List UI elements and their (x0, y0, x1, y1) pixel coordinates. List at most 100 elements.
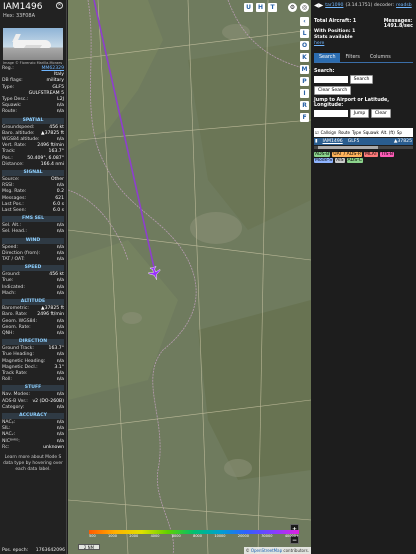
tab-filters[interactable]: Filters (340, 53, 364, 62)
clear-search-button[interactable]: Clear Search (314, 86, 352, 95)
section-header: STUFF (2, 385, 64, 392)
info-row: Category: n/a (2, 405, 64, 411)
source-badge: UAT / ADS-R (332, 152, 363, 157)
column-header[interactable]: Callsign (321, 130, 337, 135)
info-value: n/a (56, 229, 64, 235)
aircraft-list-panel: ◀▶ tar1090 (3.14.1751) decoder: readsb T… (311, 0, 416, 554)
map-button-r[interactable]: R (300, 101, 309, 110)
info-key: QNH: (2, 330, 15, 336)
map-button-o[interactable]: O (300, 41, 309, 50)
callsign: IAM1496 (3, 2, 43, 12)
column-header[interactable]: Sp (397, 130, 402, 135)
altitude-legend-label: 30000 (261, 534, 273, 538)
info-row: Roll: n/a (2, 377, 64, 383)
search-input[interactable] (314, 76, 348, 83)
altitude-legend-label: 2000 (129, 534, 139, 538)
row-alt: ▲37825 (393, 139, 412, 144)
section-header: ACCURACY (2, 412, 64, 419)
info-key: Sel. Head.: (2, 229, 27, 235)
pos-epoch: Pos. epoch: 1763642096 (0, 547, 66, 554)
altitude-legend-label: 20000 (237, 534, 249, 538)
map-canvas (68, 0, 311, 554)
info-key: Type: (2, 84, 15, 90)
section-header: SPEED (2, 265, 64, 272)
map-button-k[interactable]: K (300, 53, 309, 62)
info-row: Mach: n/a (2, 291, 64, 297)
map-button-t[interactable]: T (268, 3, 277, 12)
jump-button[interactable]: Jump (349, 109, 370, 118)
section-header: SPATIAL (2, 117, 64, 124)
section-header: FMS SEL (2, 216, 64, 223)
osm-link[interactable]: OpenStreetMap (251, 548, 282, 553)
altitude-legend-label: 10000 (214, 534, 226, 538)
map-button-u[interactable]: U (244, 3, 253, 12)
info-value: 6.0 s (52, 208, 64, 214)
aircraft-photo[interactable] (3, 28, 63, 60)
altitude-legend-label: 500 (89, 534, 96, 538)
altitude-legend-label: 6000 (171, 534, 181, 538)
close-icon[interactable]: ✕ (56, 2, 63, 9)
version-text: (3.14.1751) decoder: (345, 3, 395, 8)
jump-input[interactable] (314, 110, 348, 117)
info-row: Route: n/a (2, 109, 64, 115)
map-button-i[interactable]: I (300, 89, 309, 98)
column-header[interactable]: Squawk (363, 130, 379, 135)
info-key: Roll: (2, 377, 12, 383)
table-scrollbar[interactable] (314, 146, 413, 149)
tab-columns[interactable]: Columns (365, 53, 396, 62)
section-header: SIGNAL (2, 170, 64, 177)
info-value: n/a (56, 404, 64, 410)
info-header: IAM1496 Hex: 33F08A ✕ (0, 0, 66, 24)
info-row: Last Seen: 6.0 s (2, 208, 64, 214)
collapse-panel-icon[interactable]: ‹ (300, 17, 309, 26)
readsb-link[interactable]: readsb (396, 3, 412, 8)
search-button[interactable]: Search (349, 75, 374, 84)
source-badge: ADS-C (346, 158, 363, 163)
version-bar: ◀▶ tar1090 (3.14.1751) decoder: readsb (314, 2, 413, 9)
tar1090-link[interactable]: tar1090 (325, 3, 343, 8)
altitude-legend-labels: 500 1000 2000 4000 6000 8000 10000 20000 30000 40… (89, 534, 299, 538)
map-button-p[interactable]: P (300, 77, 309, 86)
clear-button[interactable]: Clear (370, 109, 391, 118)
table-row[interactable]: ▮ IAM1496 GLF5 ▲37825 (314, 138, 413, 145)
altitude-legend-label: 4000 (150, 534, 160, 538)
map-button-m[interactable]: M (300, 65, 309, 74)
map-button-h[interactable]: H (256, 3, 265, 12)
source-badge: Mode-S (314, 158, 334, 163)
info-key: Reg.: (2, 66, 14, 71)
toggle-panel-icon[interactable]: ◀▶ (314, 2, 323, 9)
info-key: Distance: (2, 161, 24, 167)
column-header[interactable]: Alt. (ft) (381, 130, 395, 135)
map-button-l[interactable]: L (300, 29, 309, 38)
column-header[interactable]: Type (352, 130, 361, 135)
layers-icon[interactable]: ◎ (300, 3, 309, 12)
source-legend: ADS-B UAT / ADS-R MLAT TIS-B Mode-S AIS ADS-C (314, 152, 413, 163)
info-value: unknown (43, 444, 64, 450)
row-flag-icon: ▮ (315, 139, 318, 144)
settings-icon[interactable]: ⚙ (288, 3, 297, 12)
scale-bar: 2 NM (78, 544, 100, 550)
info-value: n/a (56, 257, 64, 263)
source-badge: MLAT (364, 152, 379, 157)
altitude-legend-label: 1000 (108, 534, 117, 538)
info-row: Distance: 166.4 nmi (2, 162, 64, 168)
source-badge: AIS (335, 158, 345, 163)
hex-value: 33F08A (16, 13, 36, 19)
stats-row: Total Aircraft: 1 Messages: 1491.8/sec (314, 19, 413, 29)
info-key: Mach: (2, 290, 16, 296)
aircraft-info-panel: IAM1496 Hex: 33F08A ✕ Image © Florenzio … (0, 0, 67, 554)
altitude-legend-label: 8000 (193, 534, 203, 538)
row-callsign[interactable]: IAM1496 (323, 139, 343, 144)
map-button-f[interactable]: F (300, 113, 309, 122)
jump-label: Jump to Airport or Latitude, Longitude: (314, 98, 390, 108)
hex-line: Hex: 33F08A (3, 13, 64, 19)
tab-search[interactable]: Search (314, 53, 341, 62)
stats-link[interactable]: here (314, 41, 324, 46)
info-key: Rc: (2, 444, 10, 450)
column-header[interactable]: Route (338, 130, 350, 135)
pos-epoch-label: Pos. epoch: (2, 548, 29, 553)
select-all-checkbox[interactable]: ☑ (315, 130, 319, 135)
map-attribution: © OpenStreetMap contributors. (243, 547, 311, 554)
map-view[interactable]: U H T ⚙ ◎ ‹ L O K M P I R F + − 50010002… (68, 0, 311, 554)
altitude-legend-label: 40000+ (284, 534, 299, 538)
